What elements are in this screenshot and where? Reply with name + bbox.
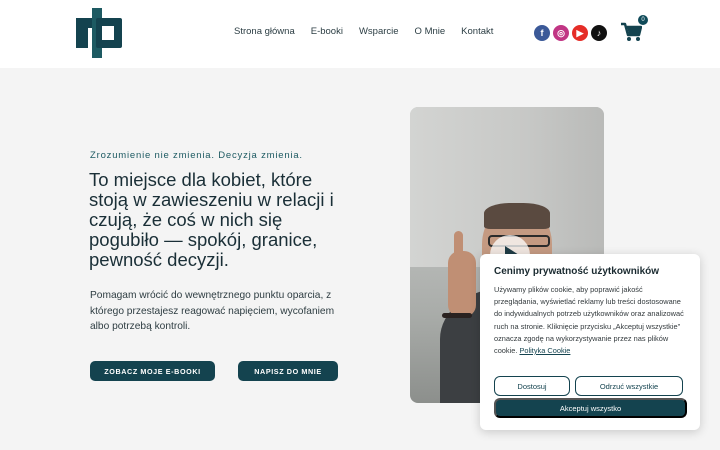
person-hair [484,203,550,229]
person-hand [448,251,476,317]
cookie-consent-banner: Cenimy prywatność użytkowników Używamy p… [480,254,700,430]
person-finger [454,231,463,259]
person-bracelet [442,313,472,318]
site-header: Strona główna E-booki Wsparcie O Mnie Ko… [0,0,720,68]
tiktok-icon[interactable]: ♪ [591,25,607,41]
main-nav: Strona główna E-booki Wsparcie O Mnie Ko… [234,26,509,37]
nav-about[interactable]: O Mnie [415,26,446,37]
hero-body: Pomagam wrócić do wewnętrznego punktu op… [90,290,335,332]
cart-count-badge: 0 [638,15,648,25]
youtube-icon[interactable]: ▶ [572,25,588,41]
hero-headline: To miejsce dla kobiet, które stoją w zaw… [89,169,334,270]
nav-ebooks[interactable]: E-booki [311,26,343,37]
reject-all-cookies-button[interactable]: Odrzuć wszystkie [575,376,683,396]
accept-all-cookies-button[interactable]: Akceptuj wszystko [494,398,687,418]
cookie-text: Używamy plików cookie, aby poprawić jako… [494,285,684,356]
cookie-title: Cenimy prywatność użytkowników [494,266,660,277]
instagram-icon[interactable]: ◎ [553,25,569,41]
nav-contact[interactable]: Kontakt [461,26,493,37]
nav-support[interactable]: Wsparcie [359,26,399,37]
social-links: f ◎ ▶ ♪ [534,25,607,41]
hero-tagline: Zrozumienie nie zmienia. Decyzja zmienia… [90,150,303,161]
see-ebooks-button[interactable]: ZOBACZ MOJE E-BOOKI [90,361,215,381]
write-to-me-button[interactable]: NAPISZ DO MNIE [238,361,338,381]
logo-icon[interactable] [76,8,122,58]
facebook-icon[interactable]: f [534,25,550,41]
cookie-policy-link[interactable]: Polityka Cookie [519,346,570,355]
nav-home[interactable]: Strona główna [234,26,295,37]
customize-cookies-button[interactable]: Dostosuj [494,376,570,396]
cookie-description: Używamy plików cookie, aby poprawić jako… [494,284,684,357]
cart-icon[interactable] [620,22,642,42]
